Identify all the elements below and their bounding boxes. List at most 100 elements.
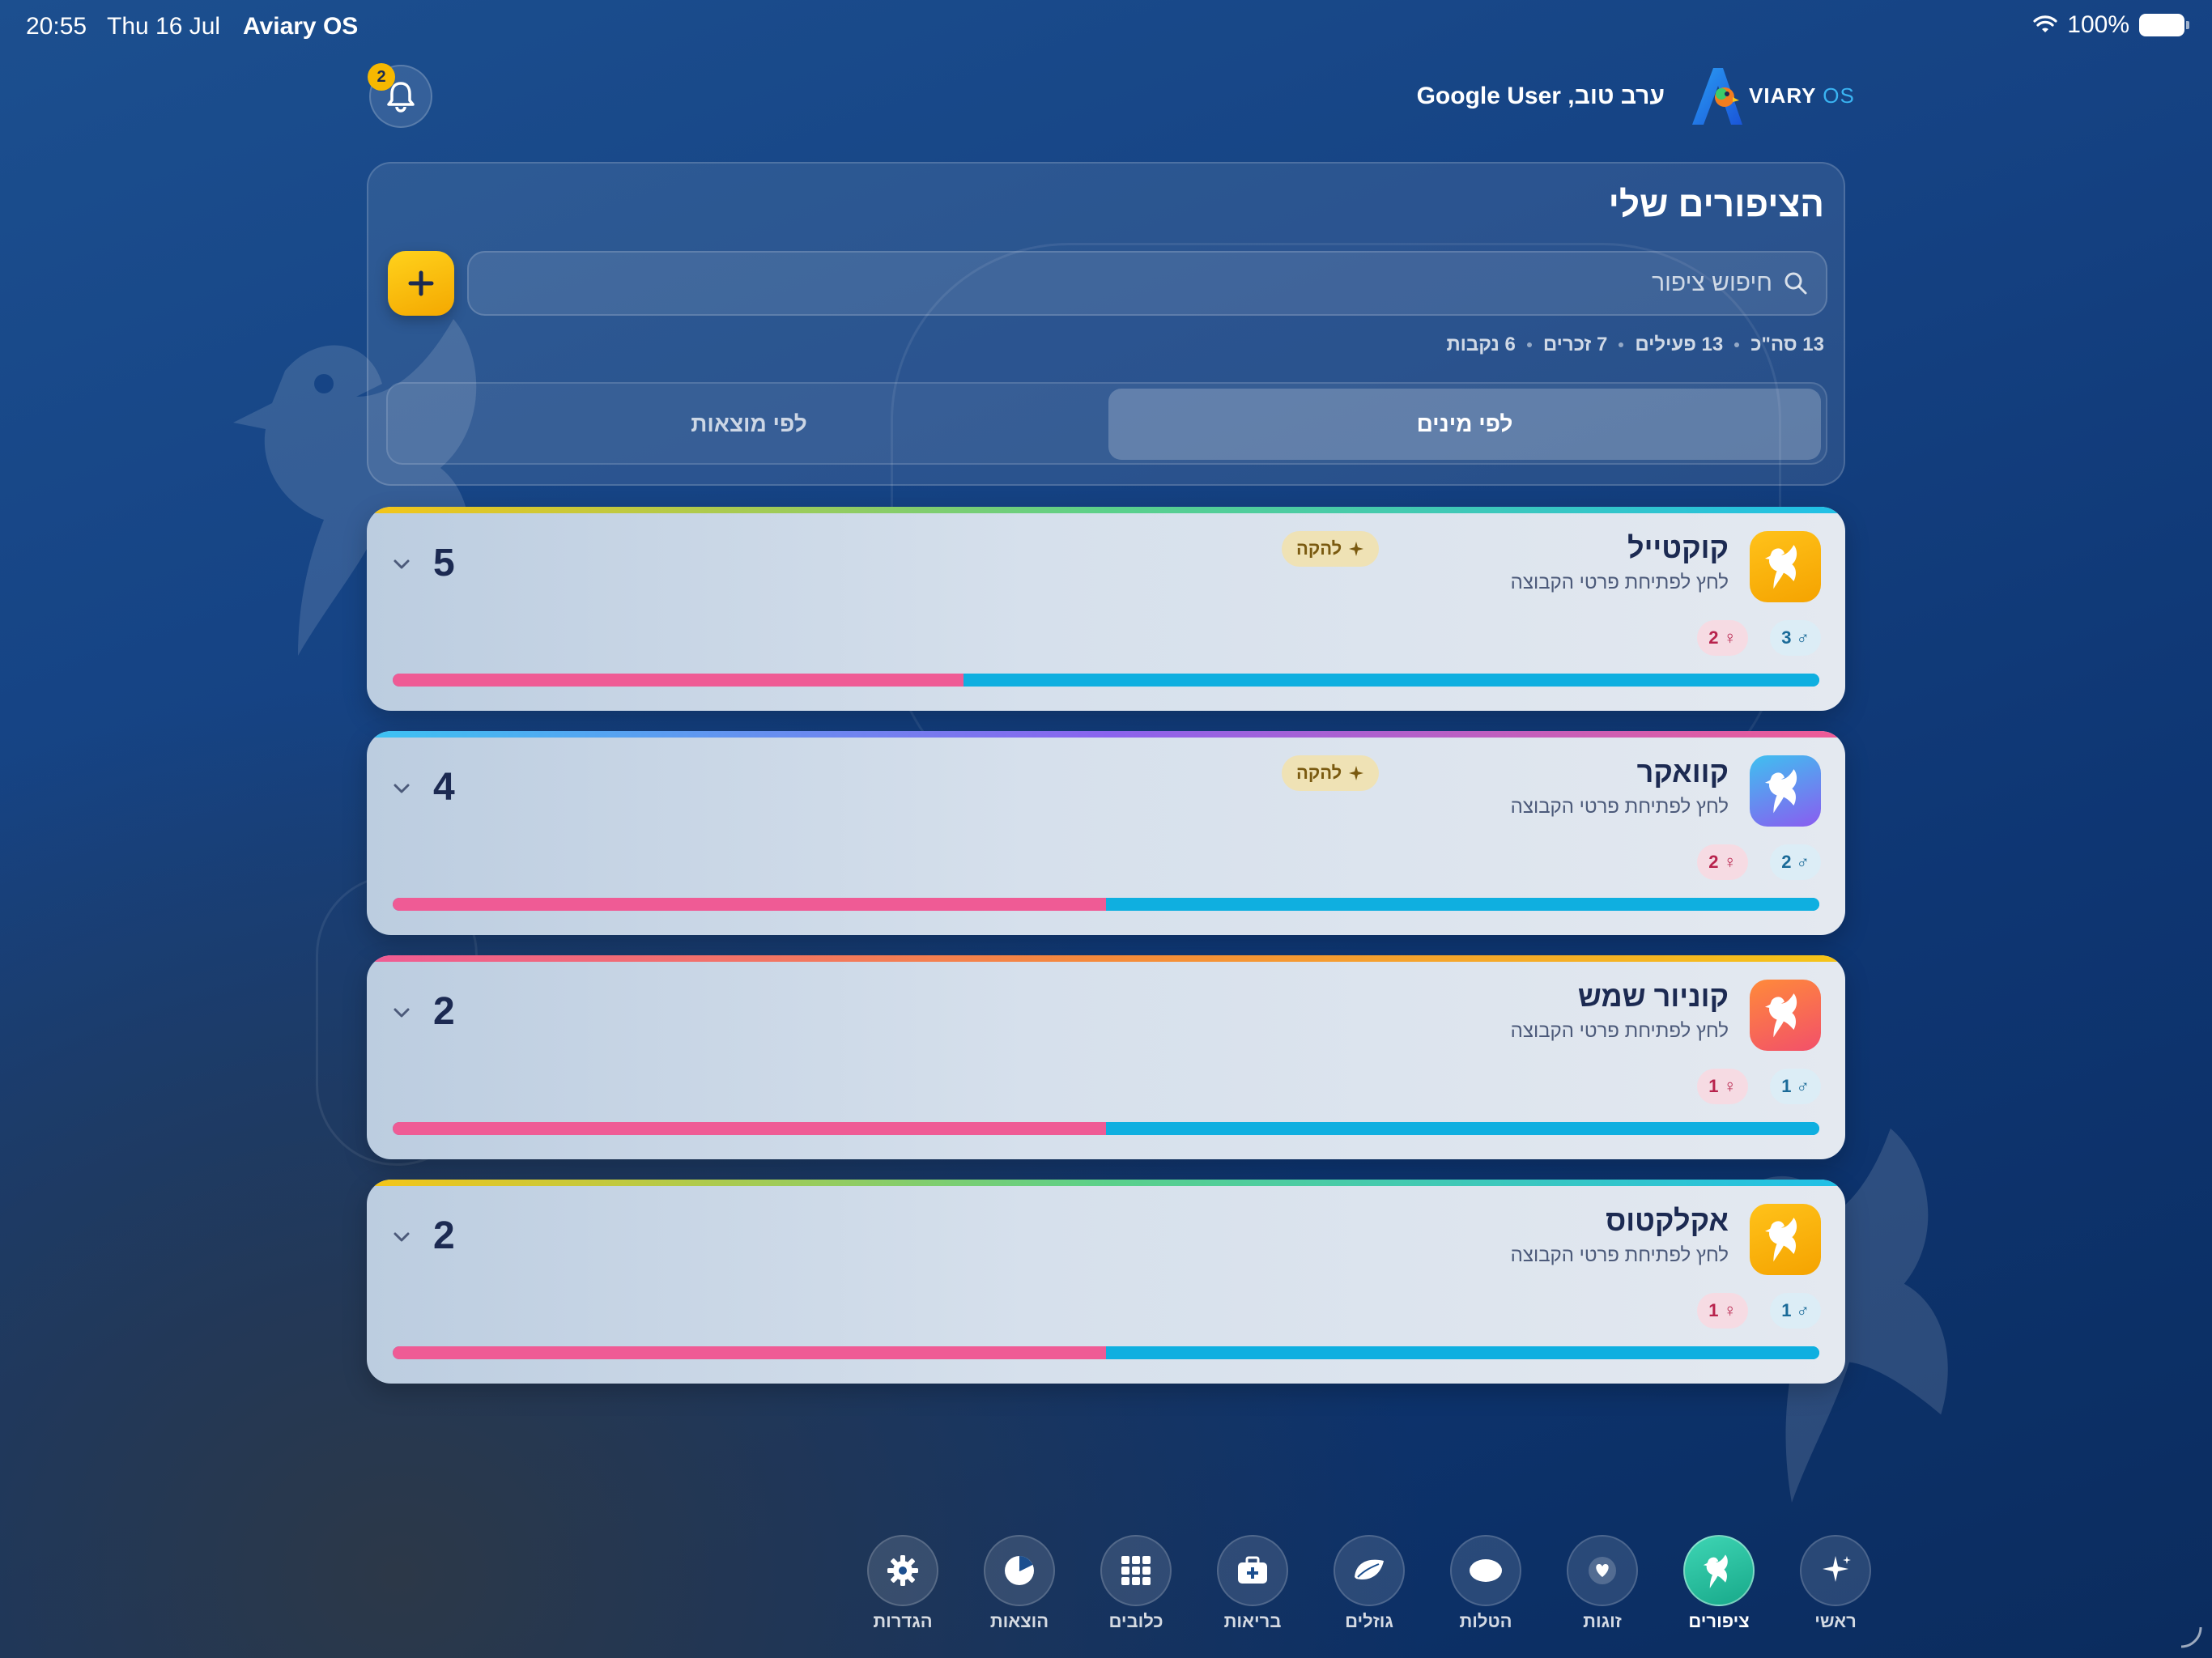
nav-item-egg[interactable]: הטלות (1433, 1535, 1538, 1632)
nav-button[interactable] (984, 1535, 1055, 1606)
nav-button[interactable] (1100, 1535, 1172, 1606)
nav-label: ציפורים (1688, 1611, 1750, 1631)
nav-button[interactable] (1800, 1535, 1871, 1606)
species-card[interactable]: אקלקטוס לחץ לפתיחת פרטי הקבוצה 2 1 ♂ 1 ♀ (367, 1180, 1845, 1384)
status-right: 100% (2033, 11, 2189, 39)
search-input[interactable]: חיפוש ציפור (467, 251, 1827, 316)
species-icon (1750, 755, 1821, 827)
female-count-badge: 2 ♀ (1697, 620, 1748, 656)
nav-item-leaf[interactable]: גוזלים (1317, 1535, 1422, 1632)
male-count-badge: 2 ♂ (1770, 844, 1821, 880)
card-accent-strip (367, 507, 1845, 513)
male-symbol-icon: ♂ (1796, 627, 1810, 648)
species-icon (1750, 1204, 1821, 1275)
male-symbol-icon: ♂ (1796, 852, 1810, 872)
nav-button[interactable] (1334, 1535, 1405, 1606)
app-logo: VIARY OS (1689, 65, 1855, 126)
chevron-down-icon[interactable] (391, 1002, 412, 1023)
nav-label: הוצאות (989, 1611, 1049, 1631)
nav-label: הגדרות (873, 1611, 933, 1631)
species-name: קוניור שמש (1577, 980, 1729, 1013)
species-count: 2 (433, 1214, 455, 1257)
species-card[interactable]: קוקטייל לחץ לפתיחת פרטי הקבוצה להקה 5 3 … (367, 507, 1845, 711)
separator-dot (1734, 342, 1740, 347)
leaf-icon (1355, 1559, 1384, 1580)
nav-item-gear[interactable]: הגדרות (850, 1535, 955, 1632)
female-count: 1 (1708, 1076, 1719, 1096)
search-placeholder: חיפוש ציפור (1652, 270, 1772, 296)
female-count-badge: 1 ♀ (1697, 1069, 1748, 1104)
gender-ratio-bar (393, 1346, 1819, 1359)
chevron-down-icon[interactable] (391, 554, 412, 575)
species-count: 2 (433, 990, 455, 1033)
add-bird-button[interactable] (388, 251, 454, 316)
species-count: 4 (433, 766, 455, 809)
species-name: אקלקטוס (1606, 1204, 1729, 1237)
battery-icon (2139, 14, 2189, 36)
stat-active: 13 פעילים (1635, 334, 1724, 355)
nav-button[interactable] (1450, 1535, 1521, 1606)
chevron-down-icon[interactable] (391, 778, 412, 799)
pie-chart-icon (1005, 1556, 1034, 1585)
gear-icon (887, 1555, 918, 1586)
species-card[interactable]: קוואקר לחץ לפתיחת פרטי הקבוצה להקה 4 2 ♂… (367, 731, 1845, 935)
page-title: הציפורים שלי (1608, 185, 1824, 224)
nav-label: זוגות (1583, 1611, 1622, 1631)
bird-icon (1764, 993, 1797, 1038)
female-count: 2 (1708, 852, 1719, 872)
male-ratio-fill (1106, 898, 1819, 911)
battery-percent: 100% (2067, 11, 2129, 38)
male-symbol-icon: ♂ (1796, 1076, 1810, 1096)
gender-ratio-bar (393, 674, 1819, 687)
search-icon (1784, 272, 1807, 295)
male-count: 3 (1781, 627, 1792, 648)
separator-dot (1619, 342, 1624, 347)
chevron-down-icon[interactable] (391, 1226, 412, 1248)
male-count-badge: 1 ♂ (1770, 1293, 1821, 1329)
notifications-button[interactable]: 2 (368, 63, 432, 128)
stat-total: 13 סה"כ (1750, 334, 1824, 355)
male-ratio-fill (1106, 1346, 1819, 1359)
female-symbol-icon: ♀ (1723, 627, 1738, 648)
nav-label: גוזלים (1345, 1611, 1393, 1631)
nav-label: בריאות (1223, 1611, 1282, 1631)
nav-item-grid[interactable]: כלובים (1083, 1535, 1189, 1632)
nav-label: ראשי (1814, 1611, 1857, 1631)
male-count: 1 (1781, 1300, 1792, 1320)
nav-button[interactable] (867, 1535, 938, 1606)
female-count-badge: 2 ♀ (1697, 844, 1748, 880)
my-birds-panel: הציפורים שלי חיפוש ציפור 13 סה"כ 13 פעיל… (367, 162, 1845, 486)
bird-icon (1703, 1554, 1728, 1588)
sparkle-icon (1349, 542, 1364, 556)
flock-badge: להקה (1282, 531, 1380, 567)
nav-item-pie-chart[interactable]: הוצאות (967, 1535, 1072, 1632)
tab-by-origin[interactable]: לפי מוצאות (393, 389, 1105, 460)
nav-button[interactable] (1217, 1535, 1288, 1606)
species-subtitle: לחץ לפתיחת פרטי הקבוצה (1510, 796, 1729, 818)
female-count: 1 (1708, 1300, 1719, 1320)
species-card[interactable]: קוניור שמש לחץ לפתיחת פרטי הקבוצה 2 1 ♂ … (367, 955, 1845, 1159)
egg-icon (1470, 1559, 1502, 1582)
nav-button[interactable] (1683, 1535, 1755, 1606)
group-by-toggle: לפי מינים לפי מוצאות (386, 382, 1827, 465)
status-app-name: Aviary OS (243, 13, 359, 40)
species-name: קוואקר (1636, 755, 1729, 789)
status-bar: 20:55 Thu 16 Jul Aviary OS 100% (0, 0, 2212, 52)
species-name: קוקטייל (1627, 531, 1729, 564)
nav-item-heart[interactable]: זוגות (1550, 1535, 1655, 1632)
nav-button[interactable] (1567, 1535, 1638, 1606)
nav-item-sparkle[interactable]: ראשי (1783, 1535, 1888, 1632)
species-count: 5 (433, 542, 455, 585)
tab-by-species[interactable]: לפי מינים (1108, 389, 1821, 460)
bottom-nav: ראשי ציפורים זוגות הטלות גוזלים בריאות כ… (0, 1535, 2212, 1631)
female-symbol-icon: ♀ (1723, 852, 1738, 872)
species-icon (1750, 531, 1821, 602)
aviary-logo-icon (1692, 68, 1742, 125)
female-ratio-fill (393, 674, 963, 687)
female-ratio-fill (393, 1346, 1106, 1359)
bird-stats: 13 סה"כ 13 פעילים 7 זכרים 6 נקבות (1446, 334, 1824, 356)
separator-dot (1526, 342, 1532, 347)
nav-item-medical-kit[interactable]: בריאות (1200, 1535, 1305, 1632)
nav-item-bird[interactable]: ציפורים (1666, 1535, 1772, 1632)
search-inner: חיפוש ציפור (1652, 253, 1808, 314)
